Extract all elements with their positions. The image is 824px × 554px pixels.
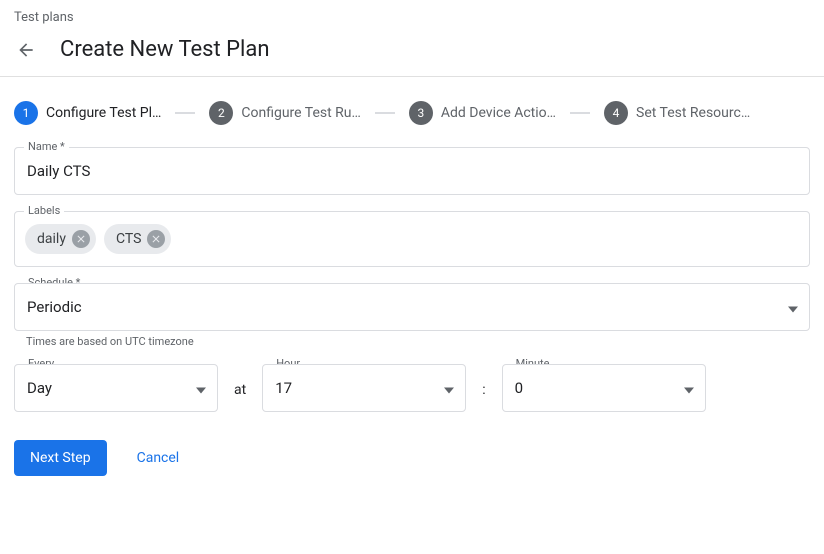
schedule-helper-text: Times are based on UTC timezone [26,335,810,348]
back-arrow-icon[interactable] [14,38,38,62]
step-2[interactable]: 2 Configure Test Ru… [209,101,361,125]
step-circle-3: 3 [409,101,433,125]
chip-remove-icon[interactable] [72,230,90,248]
chip-cts: CTS [104,224,171,254]
page-title: Create New Test Plan [60,37,270,62]
header: Create New Test Plan [0,31,824,76]
step-1[interactable]: 1 Configure Test Pl… [14,101,161,125]
step-label-1: Configure Test Pl… [46,105,161,121]
step-circle-4: 4 [604,101,628,125]
next-step-button[interactable]: Next Step [14,440,107,476]
labels-input[interactable]: daily CTS [14,211,810,267]
breadcrumb[interactable]: Test plans [0,0,824,31]
step-connector [570,112,590,114]
step-3[interactable]: 3 Add Device Actio… [409,101,556,125]
step-label-2: Configure Test Ru… [241,105,361,121]
minute-field: Minute 0 [502,364,706,412]
schedule-row: Every Day at Hour 17 : Minute 0 [14,364,810,412]
form: Name * Labels daily CTS Schedule * Perio… [0,147,824,412]
labels-field-wrapper: Labels daily CTS [14,211,810,267]
schedule-field-wrapper: Schedule * Periodic [14,283,810,331]
step-label-3: Add Device Actio… [441,105,556,121]
every-field: Every Day [14,364,218,412]
step-4[interactable]: 4 Set Test Resourc… [604,101,750,125]
step-circle-1: 1 [14,101,38,125]
labels-label: Labels [24,204,64,217]
hour-select[interactable]: 17 [262,364,466,412]
name-input[interactable] [14,147,810,195]
at-text: at [230,382,250,412]
chip-text: daily [37,231,66,247]
chip-text: CTS [116,231,141,247]
cancel-button[interactable]: Cancel [137,450,180,466]
every-select[interactable]: Day [14,364,218,412]
hour-field: Hour 17 [262,364,466,412]
step-label-4: Set Test Resourc… [636,105,750,121]
actions: Next Step Cancel [0,412,824,496]
step-connector [375,112,395,114]
step-connector [175,112,195,114]
chip-remove-icon[interactable] [147,230,165,248]
chip-daily: daily [25,224,96,254]
step-circle-2: 2 [209,101,233,125]
stepper: 1 Configure Test Pl… 2 Configure Test Ru… [0,77,824,147]
name-field-wrapper: Name * [14,147,810,195]
name-label: Name * [24,140,69,153]
schedule-select[interactable]: Periodic [14,283,810,331]
colon-text: : [478,382,489,412]
minute-select[interactable]: 0 [502,364,706,412]
